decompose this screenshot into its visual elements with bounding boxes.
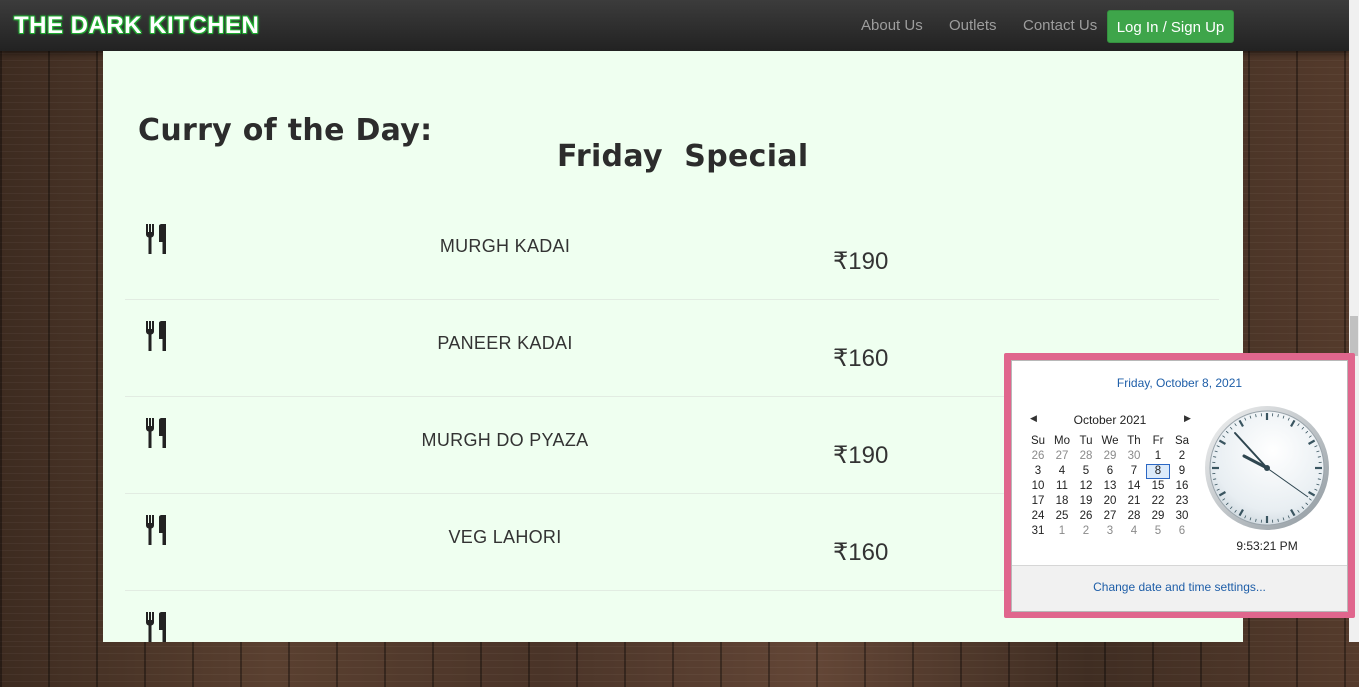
nav-link-contact-us[interactable]: Contact Us xyxy=(1023,17,1097,34)
brand-logo[interactable]: THE DARK KITCHEN xyxy=(14,12,259,40)
clock-time: 9:53:21 PM xyxy=(1203,539,1331,553)
cutlery-icon xyxy=(145,321,169,351)
cutlery-icon xyxy=(145,224,169,254)
dish-name: MURGH KADAI xyxy=(345,236,665,257)
calendar-day[interactable]: 29 xyxy=(1098,449,1122,464)
cutlery-icon xyxy=(145,515,169,545)
weekday-label: Su xyxy=(1026,434,1050,449)
change-date-time-settings-link[interactable]: Change date and time settings... xyxy=(1012,580,1347,594)
calendar-day[interactable]: 17 xyxy=(1026,494,1050,509)
calendar-day[interactable]: 20 xyxy=(1098,494,1122,509)
full-date-link[interactable]: Friday, October 8, 2021 xyxy=(1012,376,1347,390)
calendar-day[interactable]: 4 xyxy=(1050,464,1074,479)
calendar-day[interactable]: 28 xyxy=(1074,449,1098,464)
calendar-day[interactable]: 10 xyxy=(1026,479,1050,494)
datetime-popup-body: Friday, October 8, 2021 ◀ October 2021 ▶… xyxy=(1011,360,1348,612)
day-special-title: Friday Special xyxy=(557,139,808,174)
calendar-day[interactable]: 5 xyxy=(1146,524,1170,539)
calendar-day[interactable]: 16 xyxy=(1170,479,1194,494)
prev-month-icon[interactable]: ◀ xyxy=(1030,413,1037,424)
dish-price: ₹160 xyxy=(833,344,888,373)
dish-name: PANEER KADAI xyxy=(345,333,665,354)
next-month-icon[interactable]: ▶ xyxy=(1184,413,1191,424)
calendar-day[interactable]: 26 xyxy=(1074,509,1098,524)
weekday-header: SuMoTuWeThFrSa xyxy=(1026,434,1194,449)
calendar-week: 3456789 xyxy=(1026,464,1194,479)
dish-name: VEG LAHORI xyxy=(345,527,665,548)
calendar-day[interactable]: 9 xyxy=(1170,464,1194,479)
calendar-week: 24252627282930 xyxy=(1026,509,1194,524)
calendar-day[interactable]: 3 xyxy=(1098,524,1122,539)
calendar-day[interactable]: 1 xyxy=(1146,449,1170,464)
calendar-day[interactable]: 5 xyxy=(1074,464,1098,479)
calendar-day[interactable]: 26 xyxy=(1026,449,1050,464)
calendar-day[interactable]: 7 xyxy=(1122,464,1146,479)
calendar-day[interactable]: 19 xyxy=(1074,494,1098,509)
calendar-day[interactable]: 29 xyxy=(1146,509,1170,524)
navbar: THE DARK KITCHEN About Us Outlets Contac… xyxy=(0,0,1349,51)
calendar-day[interactable]: 1 xyxy=(1050,524,1074,539)
calendar-day[interactable]: 22 xyxy=(1146,494,1170,509)
calendar-week: 31123456 xyxy=(1026,524,1194,539)
calendar-day[interactable]: 13 xyxy=(1098,479,1122,494)
datetime-popup: Friday, October 8, 2021 ◀ October 2021 ▶… xyxy=(1004,353,1355,618)
calendar-grid: SuMoTuWeThFrSa26272829301234567891011121… xyxy=(1026,434,1194,539)
calendar-day[interactable]: 14 xyxy=(1122,479,1146,494)
dish-price: ₹190 xyxy=(833,247,888,276)
calendar-day[interactable]: 11 xyxy=(1050,479,1074,494)
calendar-day[interactable]: 6 xyxy=(1098,464,1122,479)
list-item: MURGH KADAI ₹190 xyxy=(125,202,1219,300)
calendar-day[interactable]: 6 xyxy=(1170,524,1194,539)
page-title: Curry of the Day: xyxy=(138,113,432,148)
nav-link-about-us[interactable]: About Us xyxy=(861,17,923,34)
calendar-week: 10111213141516 xyxy=(1026,479,1194,494)
calendar-day[interactable]: 25 xyxy=(1050,509,1074,524)
calendar-day[interactable]: 2 xyxy=(1074,524,1098,539)
calendar-day[interactable]: 15 xyxy=(1146,479,1170,494)
calendar-day[interactable]: 27 xyxy=(1098,509,1122,524)
calendar-day[interactable]: 24 xyxy=(1026,509,1050,524)
weekday-label: Tu xyxy=(1074,434,1098,449)
calendar-day[interactable]: 2 xyxy=(1170,449,1194,464)
calendar-week: 262728293012 xyxy=(1026,449,1194,464)
login-signup-button[interactable]: Log In / Sign Up xyxy=(1107,10,1234,43)
calendar-day[interactable]: 30 xyxy=(1122,449,1146,464)
calendar-day[interactable]: 23 xyxy=(1170,494,1194,509)
weekday-label: Th xyxy=(1122,434,1146,449)
dish-price: ₹190 xyxy=(833,441,888,470)
cutlery-icon xyxy=(145,418,169,448)
calendar-day[interactable]: 12 xyxy=(1074,479,1098,494)
calendar-day[interactable]: 18 xyxy=(1050,494,1074,509)
calendar-day[interactable]: 31 xyxy=(1026,524,1050,539)
weekday-label: We xyxy=(1098,434,1122,449)
calendar-day[interactable]: 27 xyxy=(1050,449,1074,464)
calendar-day[interactable]: 21 xyxy=(1122,494,1146,509)
weekday-label: Mo xyxy=(1050,434,1074,449)
popup-footer: Change date and time settings... xyxy=(1012,566,1347,611)
calendar-day[interactable]: 30 xyxy=(1170,509,1194,524)
calendar-day[interactable]: 3 xyxy=(1026,464,1050,479)
scrollbar-thumb[interactable] xyxy=(1350,316,1358,356)
analog-clock-icon xyxy=(1203,404,1331,532)
calendar-week: 17181920212223 xyxy=(1026,494,1194,509)
dish-name: MURGH DO PYAZA xyxy=(345,430,665,451)
calendar-month-label[interactable]: October 2021 xyxy=(1042,413,1178,427)
calendar-day[interactable]: 28 xyxy=(1122,509,1146,524)
dish-price: ₹160 xyxy=(833,538,888,567)
weekday-label: Sa xyxy=(1170,434,1194,449)
cutlery-icon xyxy=(145,612,169,642)
nav-link-outlets[interactable]: Outlets xyxy=(949,17,997,34)
calendar-day[interactable]: 8 xyxy=(1146,464,1170,479)
weekday-label: Fr xyxy=(1146,434,1170,449)
calendar-day[interactable]: 4 xyxy=(1122,524,1146,539)
